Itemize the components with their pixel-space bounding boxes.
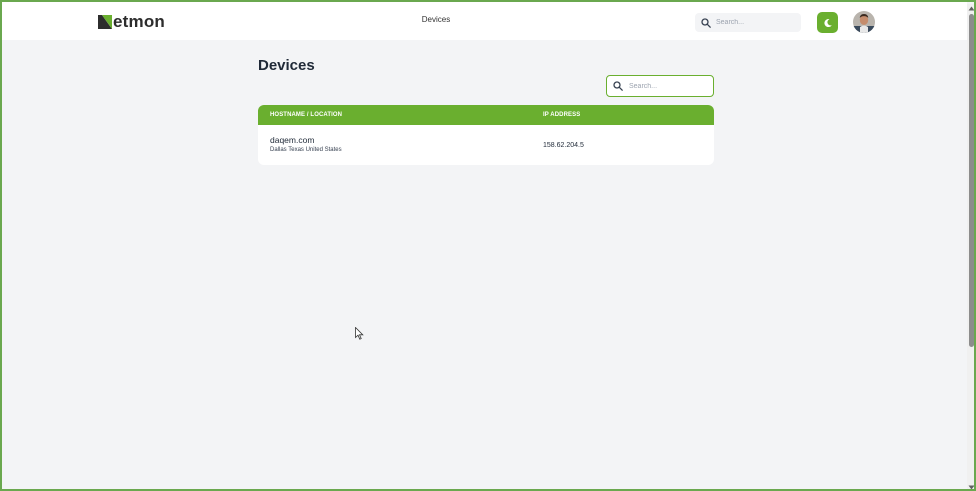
avatar-image <box>853 11 875 33</box>
column-header-ip[interactable]: IP ADDRESS <box>543 112 580 118</box>
search-icon <box>613 81 623 91</box>
devices-table: HOSTNAME / LOCATION IP ADDRESS daqem.com… <box>258 105 714 165</box>
column-header-hostname[interactable]: HOSTNAME / LOCATION <box>270 112 342 118</box>
user-avatar[interactable] <box>853 11 875 33</box>
scroll-down-arrow-icon[interactable] <box>967 483 974 489</box>
page-title: Devices <box>258 57 315 74</box>
table-row[interactable]: daqem.com Dallas Texas United States 158… <box>258 125 714 165</box>
header-search-input[interactable] <box>716 19 796 26</box>
scrollbar-thumb[interactable] <box>969 14 974 347</box>
hostname-cell[interactable]: daqem.com <box>270 135 314 145</box>
moon-icon <box>823 18 832 27</box>
location-cell: Dallas Texas United States <box>270 147 342 153</box>
theme-toggle-button[interactable] <box>817 12 838 33</box>
device-search-box[interactable] <box>606 75 714 97</box>
ip-address-cell: 158.62.204.5 <box>543 142 584 149</box>
app-window: etmon Devices Search... Devices Search..… <box>0 0 976 491</box>
header-search-box[interactable] <box>695 13 801 32</box>
device-search-input[interactable] <box>629 82 709 90</box>
table-header: HOSTNAME / LOCATION IP ADDRESS <box>258 105 714 125</box>
mouse-cursor-icon <box>355 327 364 340</box>
search-icon <box>701 17 711 28</box>
vertical-scrollbar[interactable] <box>967 4 974 489</box>
top-header: etmon Devices <box>2 2 967 40</box>
scroll-up-arrow-icon[interactable] <box>967 4 974 12</box>
